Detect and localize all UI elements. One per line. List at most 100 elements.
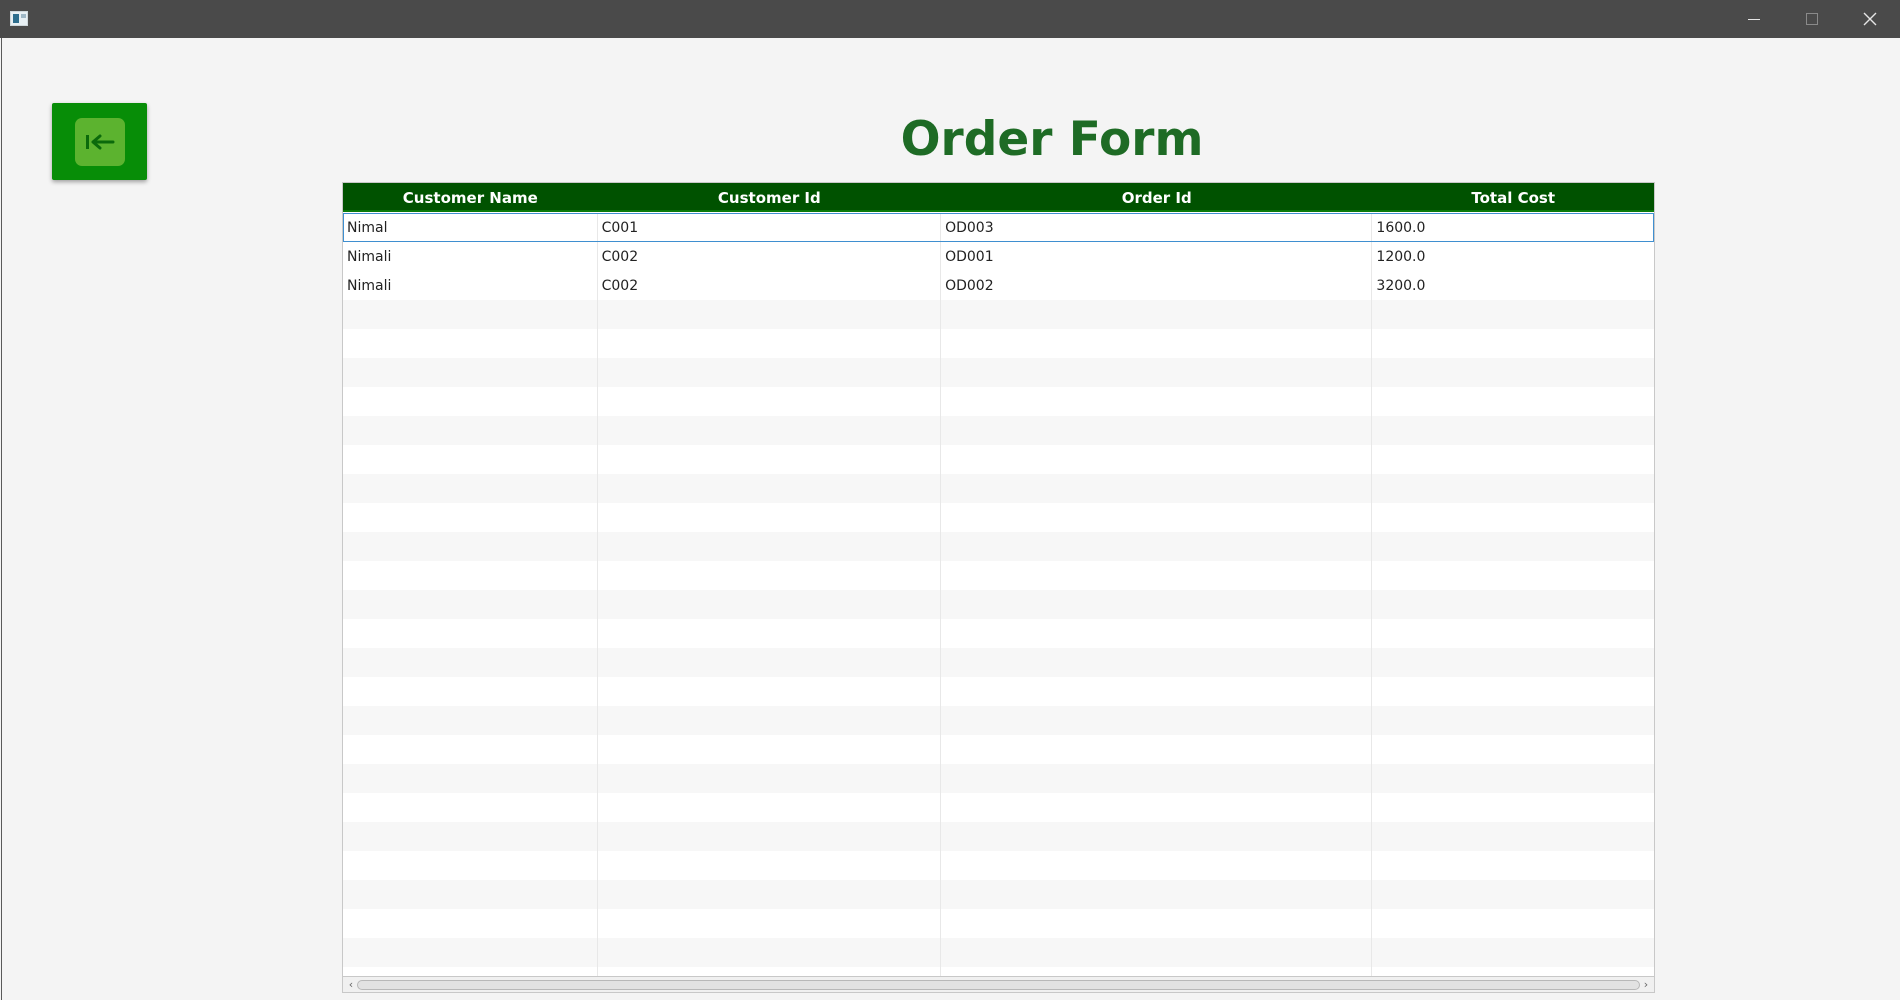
table-row[interactable]: Nimal C001 OD003 1600.0 bbox=[343, 213, 1654, 242]
cell-customer-name bbox=[343, 793, 598, 822]
empty-table-row bbox=[343, 706, 1654, 735]
cell-customer-name bbox=[343, 735, 598, 764]
cell-order-id bbox=[941, 619, 1373, 648]
cell-customer-id: C001 bbox=[598, 213, 942, 242]
cell-customer-name bbox=[343, 590, 598, 619]
cell-customer-name bbox=[343, 329, 598, 358]
cell-customer-id bbox=[598, 677, 942, 706]
cell-total-cost bbox=[1372, 387, 1654, 416]
cell-order-id: OD003 bbox=[941, 213, 1373, 242]
cell-order-id: OD002 bbox=[941, 271, 1373, 300]
cell-order-id bbox=[941, 677, 1373, 706]
cell-total-cost bbox=[1372, 329, 1654, 358]
empty-table-row bbox=[343, 735, 1654, 764]
close-icon bbox=[1863, 12, 1877, 26]
column-header-order-id[interactable]: Order Id bbox=[941, 183, 1372, 212]
cell-customer-id bbox=[598, 329, 942, 358]
empty-table-row bbox=[343, 329, 1654, 358]
cell-total-cost bbox=[1372, 822, 1654, 851]
cell-total-cost bbox=[1372, 880, 1654, 909]
cell-total-cost: 3200.0 bbox=[1376, 277, 1426, 294]
cell-customer-id bbox=[598, 822, 942, 851]
cell-order-id bbox=[941, 358, 1373, 387]
cell-total-cost bbox=[1372, 648, 1654, 677]
cell-order-id bbox=[941, 300, 1373, 329]
cell-customer-id: C002 bbox=[598, 271, 942, 300]
maximize-button[interactable] bbox=[1783, 0, 1841, 38]
table-row[interactable]: Nimali C002 OD002 3200.0 bbox=[343, 271, 1654, 300]
cell-customer-id bbox=[598, 735, 942, 764]
column-header-customer-name[interactable]: Customer Name bbox=[343, 183, 598, 212]
minimize-icon bbox=[1748, 18, 1760, 20]
scrollbar-thumb[interactable] bbox=[357, 980, 1640, 990]
empty-table-row bbox=[343, 677, 1654, 706]
empty-table-row bbox=[343, 561, 1654, 590]
scroll-right-icon[interactable]: › bbox=[1640, 979, 1652, 991]
cell-customer-id bbox=[598, 561, 942, 590]
close-button[interactable] bbox=[1841, 0, 1899, 38]
cell-order-id bbox=[941, 561, 1373, 590]
empty-table-row bbox=[343, 590, 1654, 619]
minimize-button[interactable] bbox=[1725, 0, 1783, 38]
table-row[interactable]: Nimali C002 OD001 1200.0 bbox=[343, 242, 1654, 271]
column-header-customer-id[interactable]: Customer Id bbox=[598, 183, 941, 212]
cell-customer-name: Nimali bbox=[343, 271, 598, 300]
cell-total-cost bbox=[1372, 851, 1654, 880]
arrow-left-to-bar-icon bbox=[85, 134, 114, 149]
cell-customer-name bbox=[343, 677, 598, 706]
empty-table-row bbox=[343, 880, 1654, 909]
cell-customer-name: Nimali bbox=[343, 242, 598, 271]
cell-customer-name bbox=[343, 648, 598, 677]
cell-order-id bbox=[941, 909, 1373, 938]
cell-customer-name bbox=[343, 445, 598, 474]
cell-customer-id bbox=[598, 648, 942, 677]
cell-customer-id bbox=[598, 706, 942, 735]
cell-total-cost bbox=[1372, 938, 1654, 967]
cell-customer-name: Nimal bbox=[343, 213, 598, 242]
cell-total-cost bbox=[1372, 590, 1654, 619]
cell-total-cost bbox=[1372, 532, 1654, 561]
cell-customer-id bbox=[598, 909, 942, 938]
empty-table-row bbox=[343, 764, 1654, 793]
cell-customer-id bbox=[598, 445, 942, 474]
scroll-left-icon[interactable]: ‹ bbox=[345, 979, 357, 991]
cell-total-cost bbox=[1372, 706, 1654, 735]
cell-customer-name bbox=[343, 822, 598, 851]
cell-customer-id bbox=[598, 474, 942, 503]
horizontal-scrollbar[interactable]: ‹ › bbox=[342, 976, 1655, 993]
cell-customer-id bbox=[598, 387, 942, 416]
column-header-total-cost[interactable]: Total Cost bbox=[1372, 183, 1654, 212]
empty-table-row bbox=[343, 503, 1654, 532]
cell-total-cost bbox=[1372, 764, 1654, 793]
cell-customer-name bbox=[343, 474, 598, 503]
cell-customer-name bbox=[343, 851, 598, 880]
app-window-icon bbox=[10, 11, 28, 26]
cell-order-id bbox=[941, 590, 1373, 619]
cell-customer-id bbox=[598, 532, 942, 561]
cell-customer-id bbox=[598, 619, 942, 648]
cell-total-cost bbox=[1372, 474, 1654, 503]
cell-customer-id: C002 bbox=[598, 242, 942, 271]
empty-table-row bbox=[343, 822, 1654, 851]
empty-table-row bbox=[343, 938, 1654, 967]
cell-order-id bbox=[941, 532, 1373, 561]
empty-table-row bbox=[343, 793, 1654, 822]
cell-total-cost bbox=[1372, 358, 1654, 387]
table-body: Nimal C001 OD003 1600.0 Nimali C002 OD00… bbox=[343, 213, 1654, 991]
cell-customer-id bbox=[598, 300, 942, 329]
cell-customer-id bbox=[598, 793, 942, 822]
orders-table[interactable]: Customer Name Customer Id Order Id Total… bbox=[342, 182, 1655, 992]
cell-customer-id bbox=[598, 938, 942, 967]
cell-customer-name bbox=[343, 764, 598, 793]
cell-total-cost bbox=[1372, 677, 1654, 706]
cell-customer-id bbox=[598, 416, 942, 445]
empty-table-row bbox=[343, 358, 1654, 387]
cell-customer-name bbox=[343, 532, 598, 561]
cell-total-cost bbox=[1372, 300, 1654, 329]
back-button[interactable] bbox=[52, 103, 147, 180]
empty-table-row bbox=[343, 387, 1654, 416]
cell-customer-id bbox=[598, 358, 942, 387]
empty-table-row bbox=[343, 474, 1654, 503]
cell-total-cost: 1200.0 bbox=[1376, 248, 1426, 265]
cell-customer-id bbox=[598, 503, 942, 532]
